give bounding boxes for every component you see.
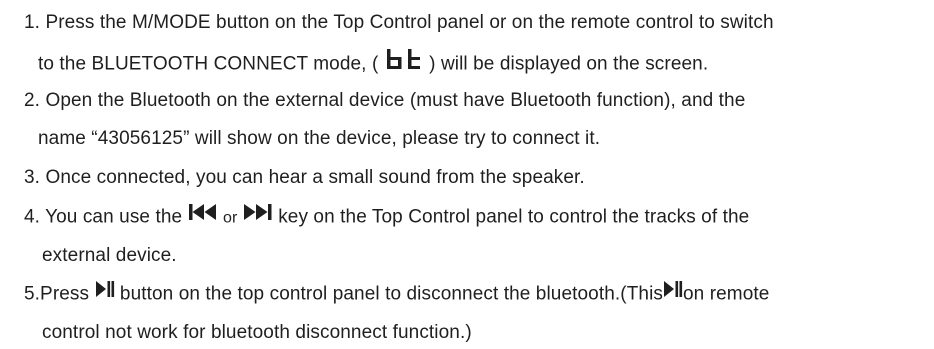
item-5-text-after: on remote [683, 283, 770, 305]
item-4-text-before: You can use the [45, 206, 183, 228]
item-4-line-1: 4. You can use the or key on the Top Con… [24, 203, 750, 231]
previous-track-icon [188, 203, 218, 228]
item-5-line-1: 5.Press button on the top control panel … [24, 280, 770, 307]
item-2-line-2: name “43056125” will show on the device,… [38, 127, 600, 151]
item-3-text: Once connected, you can hear a small sou… [45, 167, 585, 188]
item-5-text-before: Press [40, 283, 90, 305]
item-4-line-2: external device. [42, 244, 177, 268]
play-pause-icon [95, 280, 115, 305]
item-2-text: Open the Bluetooth on the external devic… [45, 90, 746, 111]
item-1-line-2: to the BLUETOOTH CONNECT mode, ( ) will … [38, 48, 709, 79]
item-1-number: 1. [24, 12, 41, 33]
item-5-text-cont: control not work for bluetooth disconnec… [42, 322, 472, 343]
item-2-text-cont: name “43056125” will show on the device,… [38, 128, 601, 149]
play-pause-icon-2 [663, 280, 683, 305]
item-2-number: 2. [24, 90, 41, 111]
item-1-text: Press the M/MODE button on the Top Contr… [45, 12, 774, 33]
item-4-text-cont: external device. [42, 245, 177, 266]
item-1-text-before-icon: to the BLUETOOTH CONNECT mode, ( [38, 53, 379, 75]
item-5-number: 5. [24, 283, 41, 305]
item-1-line-1: 1. Press the M/MODE button on the Top Co… [24, 11, 774, 35]
item-4-or-text: or [222, 209, 238, 227]
item-2-line-1: 2. Open the Bluetooth on the external de… [24, 89, 745, 113]
bt-segment-display-icon [384, 48, 424, 77]
item-1-text-after-icon: ) will be displayed on the screen. [429, 53, 709, 75]
next-track-icon [243, 203, 273, 228]
item-3-line-1: 3. Once connected, you can hear a small … [24, 166, 585, 190]
item-4-number: 4. [24, 206, 41, 228]
item-5-text-mid: button on the top control panel to disco… [119, 283, 663, 305]
item-3-number: 3. [24, 167, 41, 188]
item-5-line-2: control not work for bluetooth disconnec… [42, 321, 472, 345]
item-4-text-after: key on the Top Control panel to control … [278, 206, 750, 228]
